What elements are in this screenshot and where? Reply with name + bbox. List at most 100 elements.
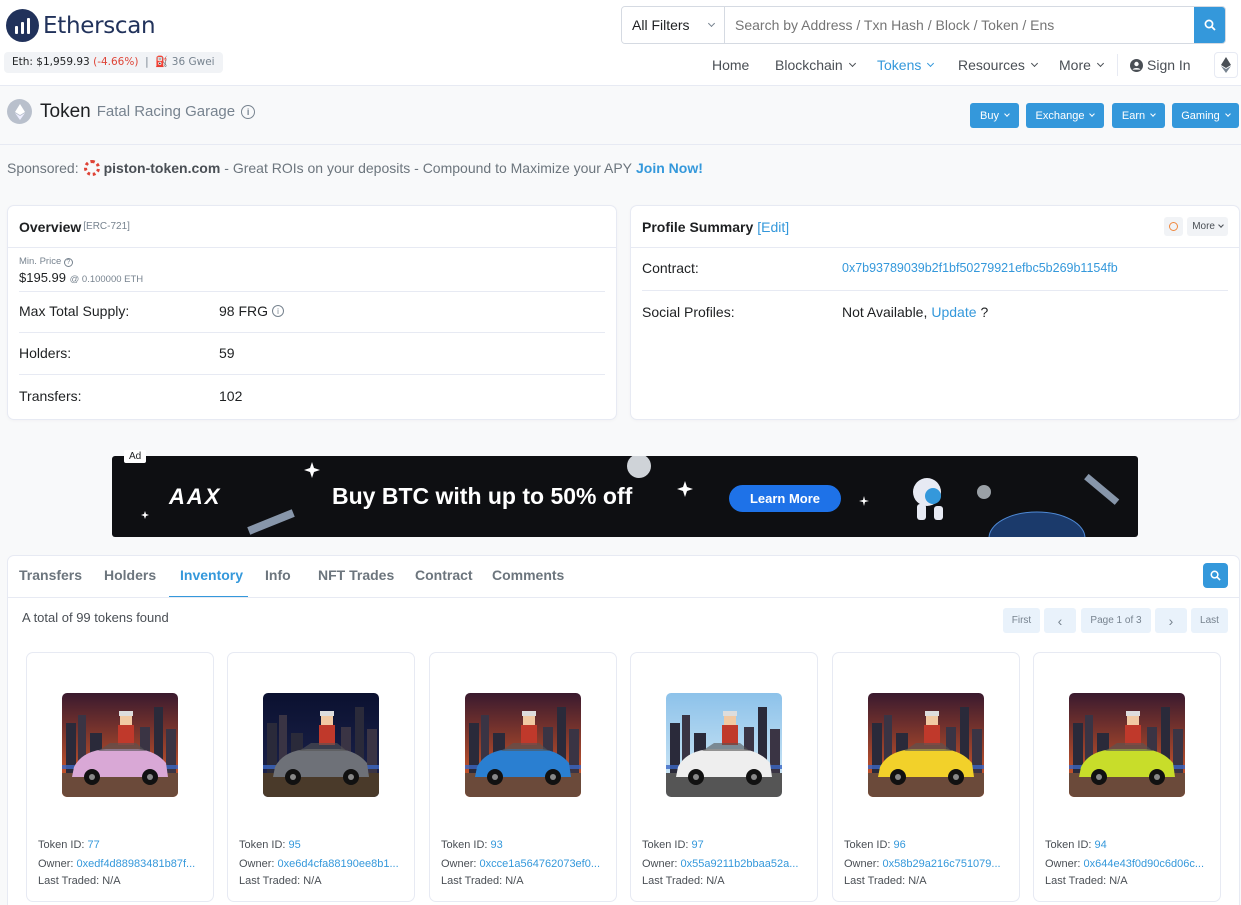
token-id-link[interactable]: 96 xyxy=(894,839,906,851)
nft-card[interactable]: Token ID: 93 Owner: 0xcce1a564762073ef0..… xyxy=(429,652,617,902)
nft-image[interactable] xyxy=(465,693,581,797)
tab-holders[interactable]: Holders xyxy=(104,567,156,583)
reputation-button[interactable] xyxy=(1164,217,1184,236)
profile-summary-header: Profile Summary [Edit] More xyxy=(631,206,1239,248)
nft-card[interactable]: Token ID: 94 Owner: 0x644e43f0d90c6d06c..… xyxy=(1033,652,1221,902)
owner-address-link[interactable]: 0x55a9211b2bbaa52a... xyxy=(681,858,799,870)
min-price-eth: @ 0.100000 ETH xyxy=(69,274,144,285)
user-icon xyxy=(1130,58,1143,72)
pager-next-button[interactable]: › xyxy=(1155,608,1187,633)
nav-more[interactable]: More xyxy=(1059,56,1104,74)
earn-label: Earn xyxy=(1121,109,1146,122)
etherscan-logo-icon xyxy=(6,9,39,42)
nft-image[interactable] xyxy=(868,693,984,797)
ad-learn-more-button[interactable]: Learn More xyxy=(729,485,841,512)
gaming-label: Gaming xyxy=(1181,109,1220,122)
info-icon[interactable]: i xyxy=(272,305,285,317)
nft-card[interactable]: Token ID: 97 Owner: 0x55a9211b2bbaa52a...… xyxy=(630,652,818,902)
sponsor-site-name[interactable]: piston-token.com xyxy=(104,160,221,176)
owner-address-link[interactable]: 0xedf4d88983481b87f... xyxy=(77,858,196,870)
owner-address-link[interactable]: 0x644e43f0d90c6d06c... xyxy=(1084,858,1205,870)
nav-tokens-label: Tokens xyxy=(877,57,922,73)
nft-card[interactable]: Token ID: 95 Owner: 0xe6d4cfa88190ee8b1..… xyxy=(227,652,415,902)
nav-resources[interactable]: Resources xyxy=(958,56,1038,74)
token-id-label: Token ID: xyxy=(844,839,891,851)
gaming-button[interactable]: Gaming xyxy=(1172,103,1239,128)
owner-label: Owner: xyxy=(642,858,678,870)
nft-owner-row: Owner: 0xcce1a564762073ef0... xyxy=(441,858,600,870)
info-icon[interactable]: i xyxy=(241,104,256,119)
social-update-link[interactable]: Update xyxy=(931,304,976,320)
advertisement-banner[interactable]: AAX Buy BTC with up to 50% off Learn Mor… xyxy=(112,456,1138,537)
nft-owner-row: Owner: 0x58b29a216c751079... xyxy=(844,858,1001,870)
exchange-label: Exchange xyxy=(1035,109,1085,122)
row-divider xyxy=(19,332,605,333)
contract-address-link[interactable]: 0x7b93789039b2f1bf50279921efbc5b269b1154… xyxy=(842,261,1118,275)
tab-contract[interactable]: Contract xyxy=(415,567,473,583)
nft-card[interactable]: Token ID: 96 Owner: 0x58b29a216c751079...… xyxy=(832,652,1020,902)
site-header: Etherscan Eth: $1,959.93 (-4.66%) | ⛽ 36… xyxy=(0,0,1241,86)
eth-price-label: Eth: xyxy=(12,56,33,68)
max-supply-value: 98 FRG xyxy=(219,303,269,319)
pager-last-button[interactable]: Last xyxy=(1191,608,1228,633)
nav-blockchain[interactable]: Blockchain xyxy=(775,56,856,74)
search-button[interactable] xyxy=(1194,7,1225,43)
page-title-main: Token xyxy=(40,100,91,122)
eth-price-value[interactable]: $1,959.93 xyxy=(36,56,89,68)
owner-address-link[interactable]: 0xcce1a564762073ef0... xyxy=(480,858,601,870)
row-divider xyxy=(19,374,605,375)
buy-button[interactable]: Buy xyxy=(970,103,1019,128)
nav-home[interactable]: Home xyxy=(712,56,749,74)
tab-info[interactable]: Info xyxy=(265,567,291,583)
nft-card[interactable]: Token ID: 77 Owner: 0xedf4d88983481b87f..… xyxy=(26,652,214,902)
gas-price-value[interactable]: 36 Gwei xyxy=(172,56,215,68)
token-id-link[interactable]: 94 xyxy=(1095,839,1107,851)
token-id-link[interactable]: 95 xyxy=(289,839,301,851)
tab-nft-trades[interactable]: NFT Trades xyxy=(318,567,394,583)
inventory-search-button[interactable] xyxy=(1203,563,1228,588)
nav-home-label: Home xyxy=(712,57,750,73)
sponsor-text: - Great ROIs on your deposits - Compound… xyxy=(224,160,633,176)
network-switch-button[interactable] xyxy=(1214,52,1238,78)
profile-edit-link[interactable]: [Edit] xyxy=(757,219,789,235)
owner-address-link[interactable]: 0xe6d4cfa88190ee8b1... xyxy=(278,858,399,870)
search-filter-select[interactable]: All Filters xyxy=(622,7,725,43)
tab-inventory[interactable]: Inventory xyxy=(180,567,243,583)
nft-image[interactable] xyxy=(62,693,178,797)
nft-token-id-row: Token ID: 96 xyxy=(844,839,906,851)
owner-label: Owner: xyxy=(844,858,880,870)
piston-token-logo-icon xyxy=(83,160,100,176)
search-icon xyxy=(1204,19,1216,31)
question-circle-icon[interactable]: ? xyxy=(63,258,73,267)
nft-last-traded-row: Last Traded: N/A xyxy=(844,875,927,887)
token-id-link[interactable]: 93 xyxy=(491,839,503,851)
sponsored-label: Sponsored: xyxy=(7,160,79,176)
pager-first-button[interactable]: First xyxy=(1003,608,1040,633)
holders-value: 59 xyxy=(219,345,235,361)
search-input[interactable] xyxy=(725,7,1194,43)
pager-prev-button[interactable]: ‹ xyxy=(1044,608,1076,633)
ad-brand-logo: AAX xyxy=(169,484,222,509)
tab-transfers[interactable]: Transfers xyxy=(19,567,82,583)
max-supply-row: Max Total Supply: 98 FRG i xyxy=(19,303,605,319)
etherscan-logo[interactable]: Etherscan xyxy=(6,9,156,42)
earn-button[interactable]: Earn xyxy=(1112,103,1165,128)
brand-name: Etherscan xyxy=(43,12,156,39)
nft-image[interactable] xyxy=(263,693,379,797)
owner-address-link[interactable]: 0x58b29a216c751079... xyxy=(883,858,1001,870)
min-price-row: $195.99 @ 0.100000 ETH xyxy=(19,270,143,285)
sponsor-join-link[interactable]: Join Now! xyxy=(636,160,703,176)
nft-image[interactable] xyxy=(666,693,782,797)
nft-image[interactable] xyxy=(1069,693,1185,797)
profile-summary-card: Profile Summary [Edit] More Contract: 0x… xyxy=(630,205,1240,420)
token-id-link[interactable]: 77 xyxy=(88,839,100,851)
sign-in-link[interactable]: Sign In xyxy=(1130,56,1191,74)
tab-comments[interactable]: Comments xyxy=(492,567,564,583)
owner-label: Owner: xyxy=(441,858,477,870)
profile-more-button[interactable]: More xyxy=(1187,217,1228,236)
last-traded-label: Last Traded: xyxy=(1045,875,1107,887)
nav-tokens[interactable]: Tokens xyxy=(877,56,935,74)
exchange-button[interactable]: Exchange xyxy=(1026,103,1104,128)
token-id-link[interactable]: 97 xyxy=(692,839,704,851)
nft-owner-row: Owner: 0x55a9211b2bbaa52a... xyxy=(642,858,798,870)
